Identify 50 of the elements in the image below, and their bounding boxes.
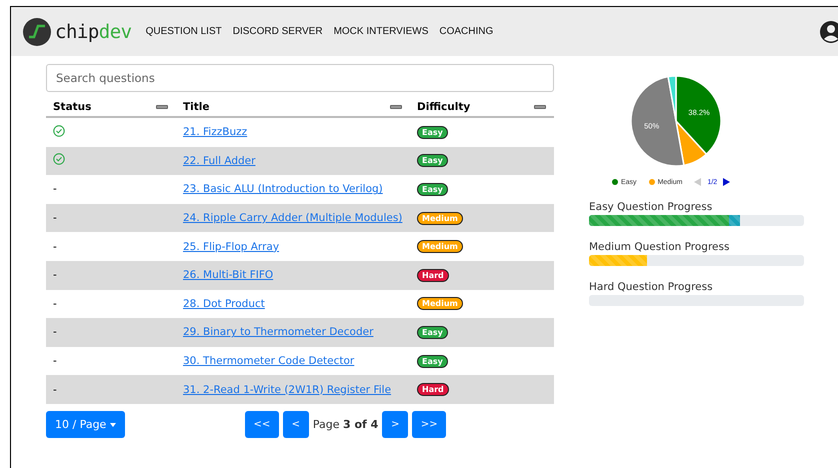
difficulty-badge: Easy	[417, 182, 448, 196]
logo-text[interactable]: chipdev	[55, 20, 132, 42]
difficulty-badge: Hard	[417, 268, 449, 282]
status-text: -	[53, 298, 57, 310]
progress-label: Medium Question Progress	[589, 241, 730, 253]
first-page-button[interactable]: <<	[244, 410, 279, 438]
status-text: -	[53, 212, 57, 224]
difficulty-badge: Easy	[417, 154, 448, 168]
page-size-dropdown[interactable]: 10 / Page	[46, 410, 125, 438]
next-page-button[interactable]: >	[382, 410, 408, 438]
previous-page-button[interactable]: <	[282, 410, 309, 438]
column-header: Difficulty	[417, 101, 470, 113]
difficulty-badge: Easy	[417, 354, 448, 368]
status-text: -	[53, 269, 57, 282]
logo-icon	[23, 18, 51, 46]
status-text: -	[53, 183, 57, 196]
difficulty-badge: Medium	[417, 240, 463, 254]
nav-link[interactable]: DISCORD SERVER	[232, 26, 323, 37]
progress-label: Hard Question Progress	[589, 281, 714, 293]
question-link[interactable]: 22. Full Adder	[183, 154, 256, 167]
question-link[interactable]: 25. Flip-Flop Array	[183, 240, 280, 253]
difficulty-badge: Easy	[417, 326, 448, 339]
question-link[interactable]: 26. Multi-Bit FIFO	[183, 269, 274, 282]
page-indicator: Page 3 of 4	[312, 418, 378, 431]
difficulty-badge: Easy	[417, 126, 448, 139]
question-link[interactable]: 23. Basic ALU (Introduction to Verilog)	[183, 183, 383, 196]
column-header: Status	[53, 101, 92, 113]
difficulty-badge: Medium	[417, 212, 463, 225]
status-text: -	[53, 355, 57, 368]
nav-link[interactable]: MOCK INTERVIEWS	[334, 26, 428, 37]
question-link[interactable]: 28. Dot Product	[183, 298, 265, 310]
status-text: -	[53, 326, 57, 338]
nav-link[interactable]: QUESTION LIST	[146, 26, 222, 37]
column-menu-icon[interactable]	[534, 105, 546, 109]
progress-label: Easy Question Progress	[589, 201, 714, 213]
column-menu-icon[interactable]	[156, 105, 168, 109]
search-field[interactable]: Search questions	[46, 64, 554, 92]
last-page-button[interactable]: >>	[412, 410, 446, 438]
next-arrow-icon[interactable]	[723, 178, 730, 186]
question-link[interactable]: 21. FizzBuzz	[183, 126, 248, 138]
previous-arrow-icon[interactable]	[694, 178, 702, 186]
question-link[interactable]: 30. Thermometer Code Detector	[183, 355, 354, 368]
column-header: Title	[183, 101, 210, 113]
status-text: -	[53, 384, 57, 396]
user-avatar-icon[interactable]	[820, 20, 838, 42]
column-menu-icon[interactable]	[390, 105, 402, 109]
difficulty-badge: Medium	[417, 297, 463, 310]
status-text: -	[53, 240, 57, 253]
difficulty-badge: Hard	[417, 383, 449, 396]
nav-link[interactable]: COACHING	[439, 26, 494, 37]
